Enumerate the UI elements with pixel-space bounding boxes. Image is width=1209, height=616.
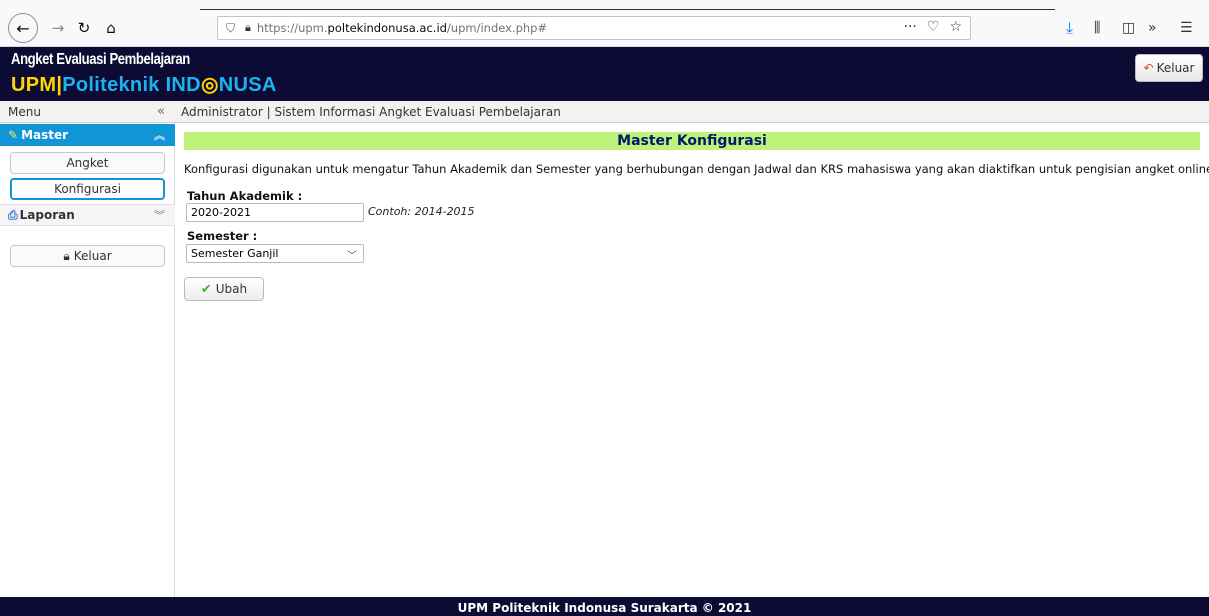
browser-toolbar: ← → ↻ ⌂ ⛉ 🔒︎ https://upm.poltekindonusa.…: [0, 0, 1209, 47]
logout-button[interactable]: ↶ Keluar: [1135, 54, 1203, 82]
sidebar-item-konfigurasi[interactable]: Konfigurasi: [10, 178, 165, 200]
app-header: Angket Evaluasi Pembelajaran UPM|Politek…: [0, 47, 1209, 101]
tab-strip-line: [200, 9, 1055, 10]
printer-icon: ⎙: [8, 207, 18, 222]
menu-header: Menu «: [0, 101, 175, 123]
reply-icon: ↶: [1143, 61, 1154, 75]
tahun-akademik-input[interactable]: 2020-2021: [186, 203, 364, 222]
sidebar-icon[interactable]: ◫: [1122, 16, 1135, 40]
sidebar: Menu « ✎ Master ︽ Angket Konfigurasi ⎙ L…: [0, 101, 175, 597]
sidebar-panel-laporan[interactable]: ⎙ Laporan ︾: [0, 204, 175, 226]
check-icon: ✔: [200, 281, 212, 297]
reload-icon[interactable]: ↻: [72, 16, 96, 40]
address-bar[interactable]: ⛉ 🔒︎ https://upm.poltekindonusa.ac.id/up…: [217, 16, 971, 40]
more-icon[interactable]: ···: [904, 19, 917, 35]
collapse-icon[interactable]: «: [157, 104, 165, 119]
semester-label: Semester :: [187, 229, 258, 243]
sidebar-panel-master[interactable]: ✎ Master ︽: [0, 124, 175, 146]
back-icon[interactable]: ←: [8, 13, 38, 43]
url-text[interactable]: https://upm.poltekindonusa.ac.id/upm/ind…: [257, 21, 547, 35]
download-icon[interactable]: ⤓: [1066, 16, 1073, 40]
home-icon[interactable]: ⌂: [99, 16, 123, 40]
lock-icon[interactable]: 🔒︎: [245, 21, 251, 35]
library-icon[interactable]: ⫼: [1094, 16, 1100, 40]
ubah-button[interactable]: ✔ Ubah: [184, 277, 264, 301]
page-title: Master Konfigurasi: [184, 132, 1200, 150]
sidebar-item-angket[interactable]: Angket: [10, 152, 165, 174]
star-icon[interactable]: ☆: [949, 19, 962, 35]
chevron-up-icon: ︽: [154, 129, 165, 142]
page-description: Konfigurasi digunakan untuk mengatur Tah…: [184, 162, 1209, 176]
footer: UPM Politeknik Indonusa Surakarta © 2021: [0, 597, 1209, 616]
overflow-icon[interactable]: »: [1148, 16, 1157, 40]
semester-select[interactable]: Semester Ganjil ﹀: [186, 244, 364, 263]
shield-icon[interactable]: ⛉: [226, 21, 235, 36]
chevron-down-icon: ︾: [154, 209, 165, 222]
pencil-icon: ✎: [8, 128, 19, 142]
tahun-akademik-hint: Contoh: 2014-2015: [368, 205, 475, 218]
lock-icon: 🔒︎: [63, 248, 70, 263]
app-logo-text: UPM|Politeknik IND◎NUSA: [11, 74, 277, 96]
sidebar-logout-button[interactable]: 🔒︎ Keluar: [10, 245, 165, 267]
hamburger-icon[interactable]: ☰: [1180, 16, 1193, 40]
breadcrumb: Administrator | Sistem Informasi Angket …: [175, 101, 1209, 123]
app-subtitle: Angket Evaluasi Pembelajaran: [11, 51, 190, 68]
chevron-down-icon: ﹀: [347, 251, 357, 262]
pocket-icon[interactable]: ♡: [927, 19, 940, 35]
tahun-akademik-label: Tahun Akademik :: [187, 189, 303, 203]
forward-icon[interactable]: →: [46, 16, 70, 40]
